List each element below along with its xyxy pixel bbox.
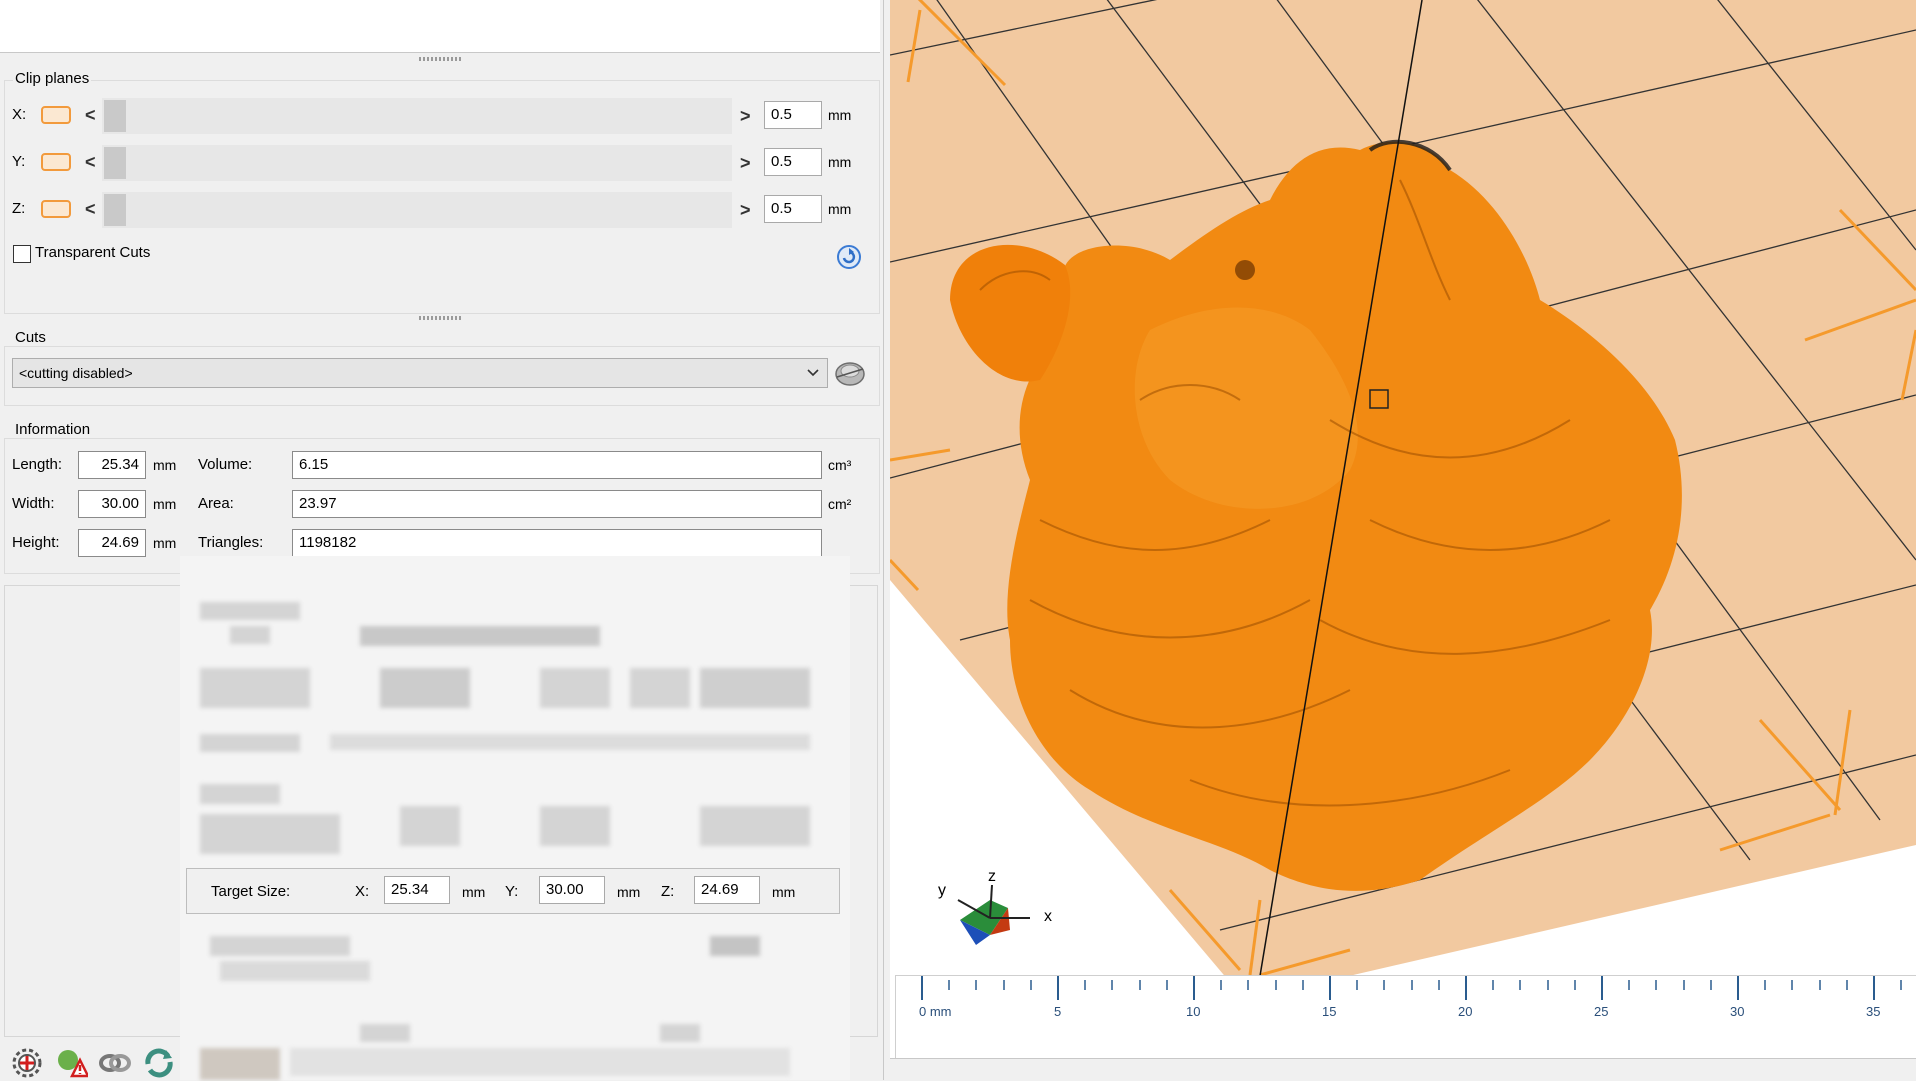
splitter-grip-2[interactable] <box>419 316 461 320</box>
ruler-label-25: 25 <box>1594 1004 1609 1019</box>
chevron-down-icon <box>807 369 819 377</box>
clip-x-left-arrow[interactable]: < <box>85 106 96 124</box>
height-value: 24.69 <box>78 529 146 557</box>
clip-z-value[interactable]: 0.5 <box>764 195 822 223</box>
transparent-cuts-checkbox[interactable] <box>13 245 31 263</box>
rotate-icon[interactable] <box>98 1046 132 1080</box>
splitter-grip[interactable] <box>419 57 461 61</box>
status-bar <box>890 1058 1916 1081</box>
clip-y-right-arrow[interactable]: > <box>740 154 751 172</box>
volume-value: 6.15 <box>292 451 822 479</box>
clip-x-value[interactable]: 0.5 <box>764 101 822 129</box>
width-value: 30.00 <box>78 490 146 518</box>
obscured-dialog <box>180 556 850 1080</box>
target-y-input[interactable]: 30.00 <box>539 876 605 904</box>
clip-x-label: X: <box>12 106 27 123</box>
clip-x-right-arrow[interactable]: > <box>740 107 751 125</box>
clip-planes-title: Clip planes <box>13 70 92 87</box>
target-y-unit: mm <box>617 884 641 900</box>
ruler-ticks <box>921 976 1902 1000</box>
target-x-unit: mm <box>462 884 486 900</box>
repair-icon[interactable] <box>10 1046 44 1080</box>
target-size-label: Target Size: <box>211 883 291 900</box>
ruler-label-10: 10 <box>1186 1004 1201 1019</box>
clip-y-label: Y: <box>12 153 26 170</box>
axis-gizmo <box>957 884 1030 945</box>
clip-z-right-arrow[interactable]: > <box>740 201 751 219</box>
clip-y-value[interactable]: 0.5 <box>764 148 822 176</box>
length-unit: mm <box>153 457 177 473</box>
target-size-bar: Target Size: X: 25.34 mm Y: 30.00 mm Z: … <box>186 868 840 914</box>
clip-z-left-arrow[interactable]: < <box>85 200 96 218</box>
clip-y-left-arrow[interactable]: < <box>85 153 96 171</box>
volume-label: Volume: <box>198 456 253 473</box>
refresh-icon[interactable] <box>142 1046 176 1080</box>
axis-y-label: y <box>938 882 946 899</box>
axis-z-label: z <box>988 868 996 885</box>
triangles-value: 1198182 <box>292 529 822 557</box>
ruler-label-15: 15 <box>1322 1004 1337 1019</box>
clip-y-slider[interactable] <box>102 145 732 181</box>
clip-x-toggle[interactable] <box>41 106 71 124</box>
cuts-dropdown-value: <cutting disabled> <box>19 365 133 381</box>
length-label: Length: <box>12 456 63 473</box>
target-x-label: X: <box>355 883 370 900</box>
clip-z-toggle[interactable] <box>41 200 71 218</box>
3d-viewport[interactable]: x z y <box>890 0 1916 1080</box>
information-title: Information <box>13 421 93 438</box>
ruler-label-30: 30 <box>1730 1004 1745 1019</box>
target-x-input[interactable]: 25.34 <box>384 876 450 904</box>
target-z-unit: mm <box>772 884 796 900</box>
width-unit: mm <box>153 496 177 512</box>
target-z-label: Z: <box>661 883 675 900</box>
cuts-title: Cuts <box>13 329 48 346</box>
clip-z-slider-thumb[interactable] <box>104 194 126 226</box>
ruler-label-20: 20 <box>1458 1004 1473 1019</box>
clip-z-slider[interactable] <box>102 192 732 228</box>
clip-x-unit: mm <box>828 107 852 123</box>
clip-x-slider-thumb[interactable] <box>104 100 126 132</box>
volume-unit: cm³ <box>828 457 852 473</box>
height-label: Height: <box>12 534 60 551</box>
width-label: Width: <box>12 495 55 512</box>
area-value: 23.97 <box>292 490 822 518</box>
clip-y-toggle[interactable] <box>41 153 71 171</box>
clip-z-unit: mm <box>828 201 852 217</box>
top-blank-area <box>0 0 880 53</box>
area-unit: cm² <box>828 496 852 512</box>
ruler-label-35: 35 <box>1866 1004 1881 1019</box>
area-label: Area: <box>198 495 234 512</box>
length-value: 25.34 <box>78 451 146 479</box>
ruler-label-0: 0 mm <box>919 1004 952 1019</box>
target-z-input[interactable]: 24.69 <box>694 876 760 904</box>
cuts-dropdown[interactable]: <cutting disabled> <box>12 358 828 388</box>
reset-clip-icon[interactable] <box>836 244 862 270</box>
height-unit: mm <box>153 535 177 551</box>
warning-icon[interactable] <box>54 1046 88 1080</box>
clip-y-unit: mm <box>828 154 852 170</box>
axis-x-label: x <box>1044 908 1052 925</box>
ruler: 0 mm 5 10 15 20 25 30 35 <box>895 975 1916 1059</box>
transparent-cuts-label: Transparent Cuts <box>35 244 151 261</box>
cut-tool-icon[interactable] <box>833 357 867 389</box>
target-y-label: Y: <box>505 883 519 900</box>
ruler-label-5: 5 <box>1054 1004 1062 1019</box>
clip-y-slider-thumb[interactable] <box>104 147 126 179</box>
triangles-label: Triangles: <box>198 534 264 551</box>
clip-z-label: Z: <box>12 200 26 217</box>
clip-x-slider[interactable] <box>102 98 732 134</box>
